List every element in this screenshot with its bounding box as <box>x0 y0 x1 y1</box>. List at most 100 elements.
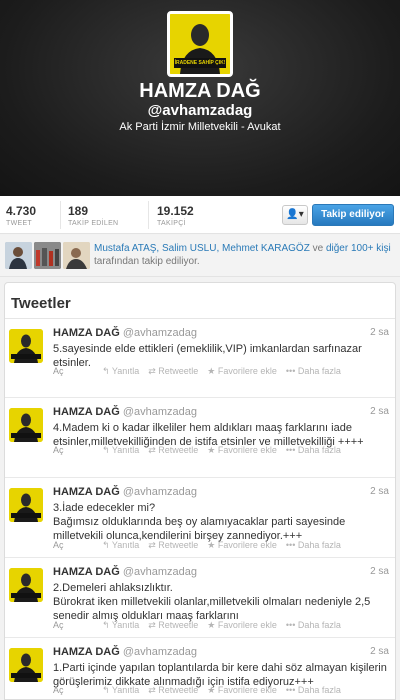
follower-photo <box>34 242 61 269</box>
tweet-open-link[interactable]: Aç <box>53 366 64 376</box>
tweet-timestamp[interactable]: 2 sa <box>370 406 389 417</box>
tweet-timestamp[interactable]: 2 sa <box>370 566 389 577</box>
retweet-action[interactable]: ⇄ Retweetle <box>148 685 198 695</box>
profile-handle[interactable]: @avhamzadag <box>0 102 400 119</box>
tweet-header: HAMZA DAĞ @avhamzadag <box>53 486 197 498</box>
stat-followers[interactable]: 19.152 TAKİPÇİ <box>157 204 194 227</box>
tweet-item[interactable]: HAMZA DAĞ @avhamzadag 2 sa 1.Parti içinde… <box>5 638 395 699</box>
followed-by-text: Mustafa ATAŞ, Salim USLU, Mehmet KARAGÖZ… <box>94 242 394 268</box>
tweet-avatar-photo <box>9 408 43 442</box>
tweet-avatar-photo <box>9 648 43 682</box>
tweet-actions: ↰ Yanıtla ⇄ Retweetle ★ Favorilere ekle •••… <box>102 620 350 631</box>
tweet-avatar-photo <box>9 568 43 602</box>
more-action[interactable]: ••• Daha fazla <box>286 540 341 550</box>
profile-avatar[interactable]: İRADENE SAHİP ÇIK! <box>167 11 233 77</box>
profile-name: HAMZA DAĞ <box>139 80 261 102</box>
user-actions-button[interactable]: 👤▾ <box>282 205 308 225</box>
tweet-actions: ↰ Yanıtla ⇄ Retweetle ★ Favorilere ekle •••… <box>102 540 350 551</box>
retweet-action[interactable]: ⇄ Retweetle <box>148 540 198 550</box>
profile-bio: Ak Parti İzmir Milletvekili - Avukat <box>119 121 281 133</box>
tweet-author-name[interactable]: HAMZA DAĞ <box>53 486 120 498</box>
tweet-actions: ↰ Yanıtla ⇄ Retweetle ★ Favorilere ekle •••… <box>102 366 350 377</box>
retweet-action[interactable]: ⇄ Retweetle <box>148 366 198 376</box>
tweet-text: 2.Demeleri ahlaksızlıktır. Bürokrat iken… <box>53 582 371 622</box>
favorite-action[interactable]: ★ Favorilere ekle <box>207 366 277 376</box>
tweet-avatar[interactable] <box>9 648 43 682</box>
retweet-action[interactable]: ⇄ Retweetle <box>148 445 198 455</box>
tweet-list: HAMZA DAĞ @avhamzadag 2 sa 5.sayesinde el… <box>5 319 395 699</box>
tweet-author-handle[interactable]: @avhamzadag <box>123 327 197 339</box>
tweet-open-link[interactable]: Aç <box>53 445 64 455</box>
tweet-avatar-photo <box>9 329 43 363</box>
more-action[interactable]: ••• Daha fazla <box>286 445 341 455</box>
follower-photo <box>5 242 32 269</box>
reply-action[interactable]: ↰ Yanıtla <box>102 540 139 550</box>
tweet-author-handle[interactable]: @avhamzadag <box>123 406 197 418</box>
tweets-title: Tweetler <box>5 283 395 319</box>
tweets-panel: Tweetler HAMZA DAĞ @avhamzadag 2 sa 5.say… <box>4 282 396 700</box>
stat-tweets-value: 4.730 <box>6 204 37 218</box>
more-followers-link[interactable]: diğer 100+ kişi <box>326 243 391 254</box>
avatar-banner-text: İRADENE SAHİP ÇIK! <box>174 60 226 66</box>
stat-tweets-label: TWEET <box>6 220 32 227</box>
tweet-open-link[interactable]: Aç <box>53 620 64 630</box>
tweet-open-link[interactable]: Aç <box>53 685 64 695</box>
tweet-avatar-photo <box>9 488 43 522</box>
tweet-item[interactable]: HAMZA DAĞ @avhamzadag 2 sa 4.Madem ki o k… <box>5 398 395 478</box>
stat-following-label: TAKİP EDİLEN <box>68 220 119 227</box>
tweet-timestamp[interactable]: 2 sa <box>370 486 389 497</box>
tweet-open-link[interactable]: Aç <box>53 540 64 550</box>
tweet-timestamp[interactable]: 2 sa <box>370 646 389 657</box>
stat-divider <box>60 201 61 229</box>
favorite-action[interactable]: ★ Favorilere ekle <box>207 620 277 630</box>
favorite-action[interactable]: ★ Favorilere ekle <box>207 445 277 455</box>
follower-names-link[interactable]: Mustafa ATAŞ, Salim USLU, Mehmet KARAGÖZ <box>94 243 310 254</box>
followed-by-suffix: tarafından takip ediliyor. <box>94 256 200 267</box>
followed-by-section: Mustafa ATAŞ, Salim USLU, Mehmet KARAGÖZ… <box>0 235 400 277</box>
tweet-header: HAMZA DAĞ @avhamzadag <box>53 406 197 418</box>
tweet-author-handle[interactable]: @avhamzadag <box>123 646 197 658</box>
stat-tweets[interactable]: 4.730 TWEET <box>6 204 36 227</box>
more-action[interactable]: ••• Daha fazla <box>286 685 341 695</box>
tweet-author-name[interactable]: HAMZA DAĞ <box>53 566 120 578</box>
tweet-author-name[interactable]: HAMZA DAĞ <box>53 406 120 418</box>
favorite-action[interactable]: ★ Favorilere ekle <box>207 685 277 695</box>
more-action[interactable]: ••• Daha fazla <box>286 620 341 630</box>
stat-followers-label: TAKİPÇİ <box>157 220 186 227</box>
reply-action[interactable]: ↰ Yanıtla <box>102 366 139 376</box>
tweet-timestamp[interactable]: 2 sa <box>370 327 389 338</box>
reply-action[interactable]: ↰ Yanıtla <box>102 685 139 695</box>
favorite-action[interactable]: ★ Favorilere ekle <box>207 540 277 550</box>
person-dropdown-icon: 👤▾ <box>286 209 304 220</box>
tweet-item[interactable]: HAMZA DAĞ @avhamzadag 2 sa 3.İade edecekl… <box>5 478 395 558</box>
tweet-author-name[interactable]: HAMZA DAĞ <box>53 646 120 658</box>
tweet-item[interactable]: HAMZA DAĞ @avhamzadag 2 sa 2.Demeleri ahl… <box>5 558 395 638</box>
follower-avatar[interactable] <box>34 242 61 269</box>
tweet-avatar[interactable] <box>9 329 43 363</box>
tweet-avatar[interactable] <box>9 408 43 442</box>
follower-avatar[interactable] <box>5 242 32 269</box>
retweet-action[interactable]: ⇄ Retweetle <box>148 620 198 630</box>
tweet-avatar[interactable] <box>9 488 43 522</box>
tweet-text: 3.İade edecekler mi? Bağımsız oldukların… <box>53 502 346 542</box>
reply-action[interactable]: ↰ Yanıtla <box>102 620 139 630</box>
stat-divider <box>148 201 149 229</box>
reply-action[interactable]: ↰ Yanıtla <box>102 445 139 455</box>
tweet-actions: ↰ Yanıtla ⇄ Retweetle ★ Favorilere ekle •••… <box>102 445 350 456</box>
tweet-actions: ↰ Yanıtla ⇄ Retweetle ★ Favorilere ekle •••… <box>102 685 350 696</box>
tweet-author-handle[interactable]: @avhamzadag <box>123 566 197 578</box>
tweet-author-name[interactable]: HAMZA DAĞ <box>53 327 120 339</box>
tweet-header: HAMZA DAĞ @avhamzadag <box>53 327 197 339</box>
tweet-avatar[interactable] <box>9 568 43 602</box>
more-action[interactable]: ••• Daha fazla <box>286 366 341 376</box>
stat-following[interactable]: 189 TAKİP EDİLEN <box>68 204 118 227</box>
tweet-header: HAMZA DAĞ @avhamzadag <box>53 566 197 578</box>
profile-header: İRADENE SAHİP ÇIK! HAMZA DAĞ @avhamzadag… <box>0 0 400 196</box>
tweet-author-handle[interactable]: @avhamzadag <box>123 486 197 498</box>
tweet-item[interactable]: HAMZA DAĞ @avhamzadag 2 sa 5.sayesinde el… <box>5 319 395 398</box>
stat-followers-value: 19.152 <box>157 204 194 218</box>
stat-following-value: 189 <box>68 204 89 218</box>
follower-avatar[interactable] <box>63 242 90 269</box>
tweet-header: HAMZA DAĞ @avhamzadag <box>53 646 197 658</box>
following-button[interactable]: Takip ediliyor <box>312 204 394 226</box>
